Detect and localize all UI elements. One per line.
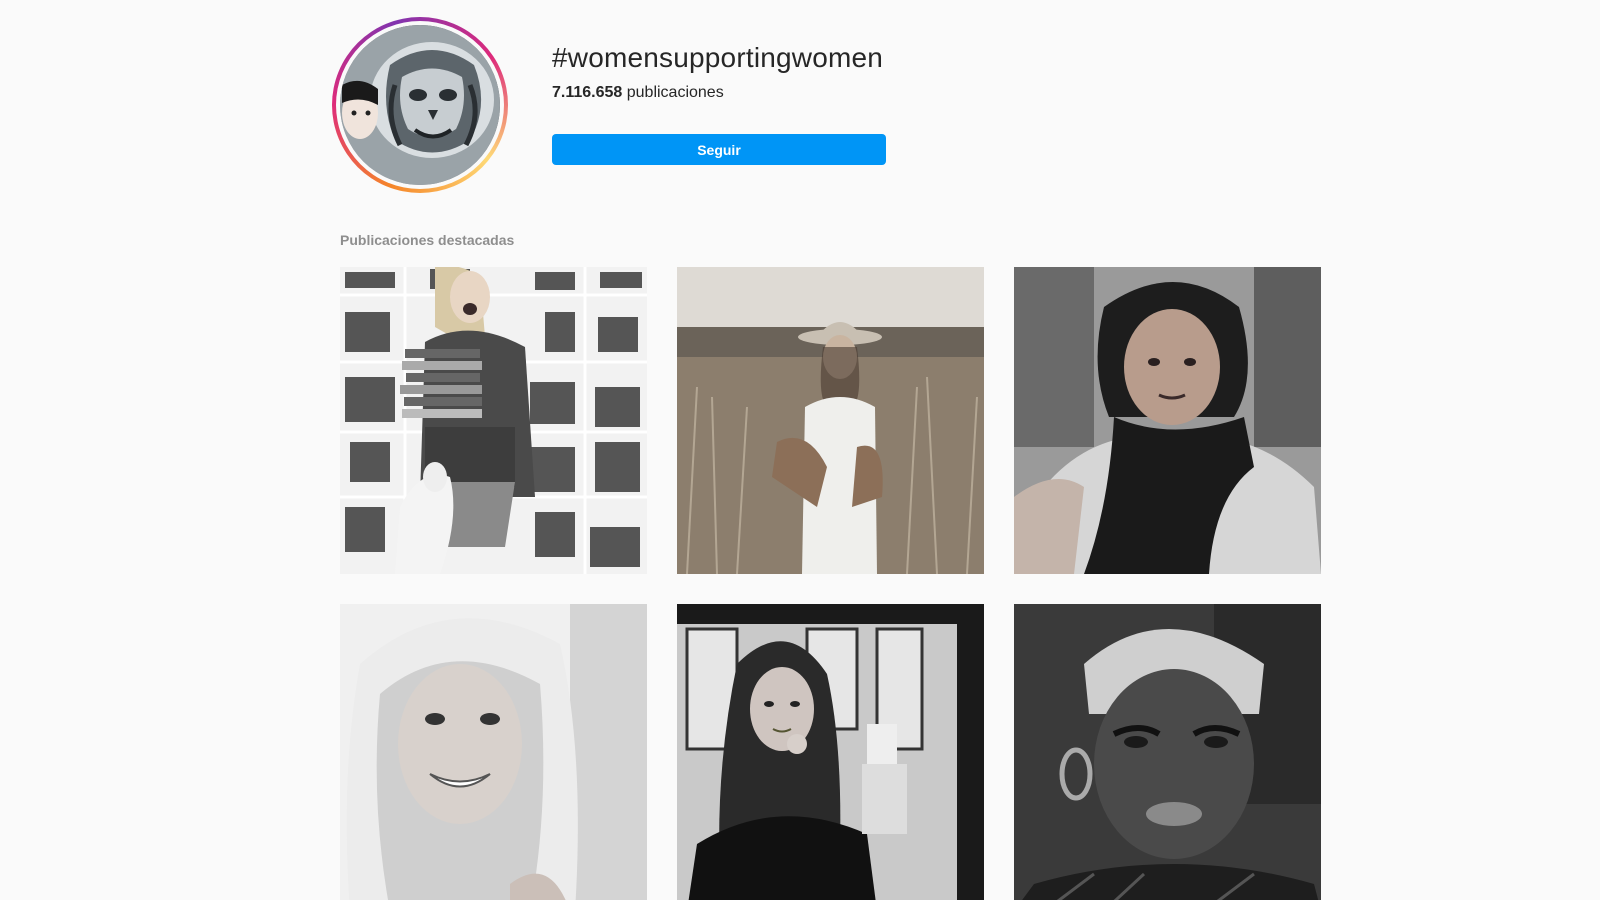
featured-posts-title: Publicaciones destacadas bbox=[340, 232, 515, 248]
post-blonde-woman-smiling-image bbox=[340, 604, 647, 900]
post-woman-in-salon-image bbox=[677, 604, 984, 900]
post-woman-with-scarf-selfie-image bbox=[1014, 267, 1321, 574]
post-count: 7.116.658 publicaciones bbox=[552, 84, 724, 102]
post-tile[interactable] bbox=[340, 267, 647, 574]
post-tile[interactable] bbox=[340, 604, 647, 900]
post-tile[interactable] bbox=[1014, 267, 1321, 574]
lion-artwork-icon bbox=[340, 25, 500, 185]
post-count-label: publicaciones bbox=[626, 84, 724, 101]
page-title: #womensupportingwomen bbox=[552, 42, 884, 73]
post-woman-with-headwrap-image bbox=[1014, 604, 1321, 900]
hashtag-page: #womensupportingwomen 7.116.658 publicac… bbox=[0, 0, 1600, 900]
post-tile[interactable] bbox=[1014, 604, 1321, 900]
post-count-number: 7.116.658 bbox=[552, 84, 623, 101]
featured-posts-grid bbox=[340, 267, 1322, 900]
post-tile[interactable] bbox=[677, 604, 984, 900]
post-woman-with-books-image bbox=[340, 267, 647, 574]
post-woman-in-field-with-hat-image bbox=[677, 267, 984, 574]
follow-button[interactable]: Seguir bbox=[552, 134, 886, 165]
post-tile[interactable] bbox=[677, 267, 984, 574]
hashtag-avatar-ring[interactable] bbox=[332, 17, 508, 193]
avatar bbox=[340, 25, 500, 185]
